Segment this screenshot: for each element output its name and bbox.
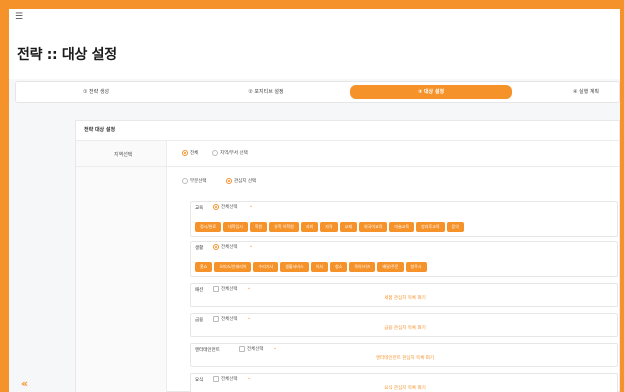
interest-chip[interactable]: 배달/주문 xyxy=(377,262,404,272)
group-name: 금융 xyxy=(195,318,204,323)
interest-group-finance: 금융 전체선택 ⌄ 금융 관심지 목록 펴기 xyxy=(190,313,618,337)
checkbox-icon xyxy=(213,316,219,322)
step-navigation: ① 전략 생성 ② 포지티브 설정 ③ 대상 설정 ④ 실행 계획 xyxy=(15,81,620,103)
radio-checked-icon xyxy=(182,150,188,156)
group-select-all[interactable]: 전체선택 xyxy=(213,244,238,251)
expand-interest-list-link[interactable]: 요식 관심지 목록 펴기 xyxy=(191,385,619,391)
group-name: 교육 xyxy=(195,206,204,211)
chevron-down-icon[interactable]: ⌄ xyxy=(249,243,253,249)
window-frame-right xyxy=(620,0,624,392)
interest-group-fashion: 패션 전체선택 ⌄ 세품 관심지 목록 펴기 xyxy=(190,283,618,307)
interest-chip[interactable]: 육아/키즈 xyxy=(349,262,376,272)
interest-chip[interactable]: 정시/완료 xyxy=(195,222,222,232)
interest-chip[interactable]: 자격 xyxy=(320,222,338,232)
interest-chip[interactable]: 청소 xyxy=(330,262,348,272)
group-select-all[interactable]: 전체선택 xyxy=(213,204,238,211)
interest-chip[interactable]: 홈쇼 xyxy=(195,262,213,272)
expand-interest-list-link[interactable]: 엔터테인먼트 관심지 목록 펴기 xyxy=(191,355,619,361)
group-name: 엔터테인먼트 xyxy=(195,348,220,353)
interest-chip[interactable]: 방과후교육 xyxy=(416,222,445,232)
chevron-down-icon[interactable]: ⌄ xyxy=(247,315,251,321)
checkbox-icon xyxy=(213,286,219,292)
interest-chip[interactable]: 생활서비스 xyxy=(280,262,309,272)
radio-checked-icon xyxy=(226,178,232,184)
divider xyxy=(76,166,619,167)
interest-chip[interactable]: 오피스/인테리어 xyxy=(214,262,252,272)
group-select-all[interactable]: 전체선택 xyxy=(213,376,238,383)
mode-option-partial[interactable]: 부분선택 xyxy=(182,178,207,185)
step-positive-settings[interactable]: ② 포지티브 설정 xyxy=(196,82,336,102)
mode-option-interest[interactable]: 관심지 선택 xyxy=(226,178,256,185)
group-select-all[interactable]: 전체선택 xyxy=(239,346,264,353)
interest-chip[interactable]: 교재 xyxy=(339,222,357,232)
card-title: 전략 대상 설정 xyxy=(84,127,116,133)
expand-interest-list-link[interactable]: 금융 관심지 목록 펴기 xyxy=(191,325,619,331)
interest-chip[interactable]: 청주시 xyxy=(405,262,427,272)
label-column xyxy=(76,141,167,392)
checkbox-icon xyxy=(213,376,219,382)
window-frame-left xyxy=(0,0,9,392)
chevron-down-icon[interactable]: ⌄ xyxy=(247,375,251,381)
checked-icon xyxy=(213,204,219,210)
scope-option-all[interactable]: 전체 xyxy=(182,150,198,157)
step-execution-plan[interactable]: ④ 실행 계획 xyxy=(556,82,616,102)
scope-option-region[interactable]: 지역/부서 선택 xyxy=(212,150,248,157)
interest-group-food: 요식 전체선택 ⌄ 요식 관심지 목록 펴기 xyxy=(190,373,618,392)
checked-icon xyxy=(213,244,219,250)
checkbox-icon xyxy=(239,346,245,352)
double-chevron-left-icon[interactable]: « xyxy=(21,377,28,390)
scope-label: 지역선택 xyxy=(114,152,133,158)
interest-group-living: 생활 전체선택 ⌄ 홈쇼 오피스/인테리어 수리기사 생활서비스 이사 청소 육아/키즈 배달… xyxy=(190,241,618,277)
radio-unchecked-icon xyxy=(212,150,218,156)
window-frame-top xyxy=(0,0,624,9)
interest-chip[interactable]: 음악 xyxy=(446,222,464,232)
radio-unchecked-icon xyxy=(182,178,188,184)
chip-list: 정시/완료 대학입시 학원 유학 어학원 과외 자격 교재 외국어교육 미술교육 방과후교육 음악 xyxy=(195,213,615,234)
step-target-settings[interactable]: ③ 대상 설정 xyxy=(350,85,512,99)
chevron-down-icon[interactable]: ⌄ xyxy=(273,345,277,351)
expand-interest-list-link[interactable]: 세품 관심지 목록 펴기 xyxy=(191,295,619,301)
menu-icon[interactable]: ☰ xyxy=(15,12,23,22)
group-select-all[interactable]: 전체선택 xyxy=(213,286,238,293)
interest-chip[interactable]: 외국어교육 xyxy=(358,222,388,232)
interest-chip[interactable]: 대학입시 xyxy=(223,222,248,232)
interest-group-education: 교육 전체선택 ⌄ 정시/완료 대학입시 학원 유학 어학원 과외 자격 교재 외국어교육 미술… xyxy=(190,201,618,237)
page-title: 전략 :: 대상 설정 xyxy=(17,47,117,63)
step-create-strategy[interactable]: ① 전략 생성 xyxy=(36,82,156,102)
page-header: ☰ 전략 :: 대상 설정 xyxy=(9,9,620,79)
group-name: 패션 xyxy=(195,288,204,293)
chip-list: 홈쇼 오피스/인테리어 수리기사 생활서비스 이사 청소 육아/키즈 배달/주문 청주시 xyxy=(195,253,615,274)
group-name: 요식 xyxy=(195,378,204,383)
chevron-down-icon[interactable]: ⌄ xyxy=(249,203,253,209)
group-select-all[interactable]: 전체선택 xyxy=(213,316,238,323)
interest-chip[interactable]: 미술교육 xyxy=(389,222,415,232)
app-container: ☰ 전략 :: 대상 설정 ① 전략 생성 ② 포지티브 설정 ③ 대상 설정 … xyxy=(9,9,620,392)
interest-chip[interactable]: 이사 xyxy=(310,262,328,272)
interest-group-entertainment: 엔터테인먼트 전체선택 ⌄ 엔터테인먼트 관심지 목록 펴기 xyxy=(190,343,618,367)
interest-chip[interactable]: 유학 어학원 xyxy=(269,222,299,232)
chevron-down-icon[interactable]: ⌄ xyxy=(247,285,251,291)
interest-chip[interactable]: 학원 xyxy=(249,222,268,232)
target-settings-card: 전략 대상 설정 지역선택 전체 지역/부서 선택 부분선택 관심지 선택 교육… xyxy=(75,120,620,392)
group-name: 생활 xyxy=(195,246,204,251)
interest-chip[interactable]: 과외 xyxy=(300,222,319,232)
interest-chip[interactable]: 수리기사 xyxy=(253,262,279,272)
